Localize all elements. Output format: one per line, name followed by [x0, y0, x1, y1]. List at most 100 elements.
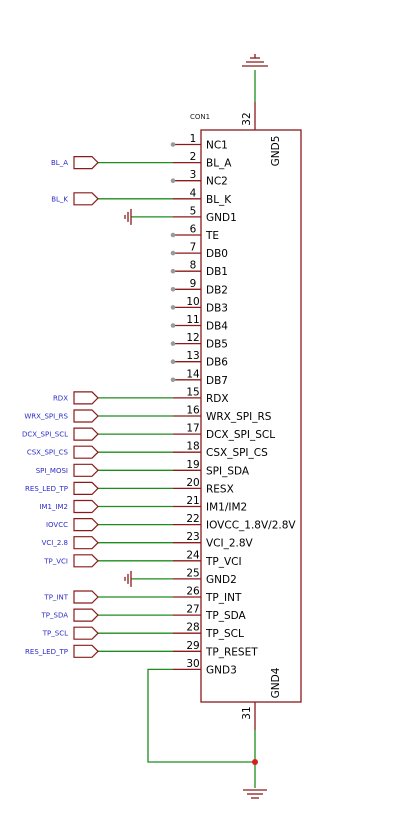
pin-24[interactable]: 24 TP_VCI	[173, 549, 242, 568]
pin-28[interactable]: 28 TP_SCL	[173, 622, 244, 641]
pin-22[interactable]: 22 IOVCC_1.8V/2.8V	[173, 513, 296, 532]
pin-number: 14	[186, 368, 200, 380]
port-flag-icon	[73, 608, 99, 622]
pin-name: GND3	[206, 664, 237, 676]
pin-number: 21	[186, 495, 199, 507]
net-port[interactable]: WRX_SPI_RS	[24, 409, 99, 423]
net-port[interactable]: IM1_IM2	[39, 499, 99, 514]
net-port[interactable]: TP_INT	[43, 590, 99, 604]
net-label: BL_A	[51, 159, 68, 167]
net-label: RDX	[53, 394, 68, 402]
net-port[interactable]: TP_VCI	[43, 554, 99, 568]
pin-number: 29	[186, 640, 199, 652]
pin-name: DB6	[206, 357, 228, 369]
pin-number: 9	[190, 278, 197, 290]
pin-13[interactable]: 13 DB6	[170, 350, 229, 369]
net-port[interactable]: RES_LED_TP	[25, 644, 99, 658]
net-port[interactable]: DCX_SPI_SCL	[22, 427, 99, 441]
pin-18[interactable]: 18 CSX_SPI_CS	[173, 441, 268, 460]
pin-20[interactable]: 20 RESX	[173, 477, 234, 496]
pin-2[interactable]: 2 BL_A	[173, 151, 232, 170]
pin-name: TP_SDA	[205, 610, 247, 622]
no-connect-dot	[170, 305, 176, 310]
no-connect-dot	[170, 359, 176, 365]
pins-layer: 1NC12 BL_A3NC24BL_K5GND16TE7DB08 DB19DB210…	[170, 102, 296, 730]
pin-number: 23	[186, 531, 199, 543]
port-flag-icon	[73, 626, 99, 640]
no-connect-dot	[170, 250, 176, 256]
net-port[interactable]: TP_SDA	[41, 608, 99, 622]
net-port[interactable]: RDX	[53, 391, 99, 405]
pin-7[interactable]: 7 DB0	[170, 242, 228, 261]
pin-5[interactable]: 5 GND1	[173, 205, 237, 224]
pin-name: GND4	[270, 667, 282, 698]
pin-10[interactable]: 10 DB3	[170, 296, 228, 315]
pin-31[interactable]: 31 GND4	[241, 667, 282, 730]
pin-11[interactable]: 11 DB4	[170, 314, 229, 333]
net-port[interactable]: SPI_MOSI	[36, 463, 99, 477]
net-label: DCX_SPI_SCL	[22, 431, 68, 439]
ground-symbol	[242, 54, 268, 67]
pin-9[interactable]: 9 DB2	[170, 278, 228, 297]
pin-17[interactable]: 17 DCX_SPI_SCL	[173, 423, 275, 442]
pin-number: 32	[241, 112, 253, 125]
pin-25[interactable]: 25 GND2	[173, 567, 237, 586]
net-label: BL_K	[51, 195, 68, 203]
port-flag-icon	[73, 156, 99, 170]
port-flag-icon	[73, 192, 99, 206]
pin-name: TE	[205, 230, 219, 242]
pin-number: 20	[186, 477, 199, 489]
pin-number: 11	[186, 314, 199, 326]
port-flag-icon	[73, 409, 99, 423]
pin-name: CSX_SPI_CS	[206, 447, 268, 459]
pin-27[interactable]: 27 TP_SDA	[173, 604, 247, 623]
net-label: TP_SCL	[42, 630, 68, 638]
pin-name: DB1	[206, 266, 228, 278]
pin-30[interactable]: 30 GND3	[173, 658, 237, 677]
pin-number: 17	[186, 423, 199, 435]
pin-name: TP_INT	[205, 592, 242, 604]
pin-26[interactable]: 26 TP_INT	[173, 586, 242, 605]
pin-name: BL_A	[206, 158, 232, 170]
port-flag-icon	[73, 517, 99, 532]
net-port[interactable]: BL_A	[51, 156, 99, 170]
pin-21[interactable]: 21 IM1/IM2	[173, 495, 247, 514]
net-label: RES_LED_TP	[25, 485, 68, 493]
pin-number: 28	[186, 622, 199, 634]
pin-number: 15	[186, 386, 199, 398]
pin-12[interactable]: 12 DB5	[170, 332, 228, 351]
net-label: VCI_2.8	[42, 539, 68, 547]
pin-number: 25	[186, 567, 199, 579]
pin-23[interactable]: 23 VCI_2.8V	[173, 531, 254, 550]
net-label: RES_LED_TP	[25, 648, 68, 656]
pin-number: 8	[190, 260, 197, 272]
pin-29[interactable]: 29 TP_RESET	[173, 640, 258, 659]
pin-14[interactable]: 14 DB7	[170, 368, 228, 387]
ground-symbol	[243, 789, 267, 799]
net-port[interactable]: BL_K	[51, 192, 99, 206]
pin-name: TP_RESET	[205, 646, 258, 658]
pin-name: DB4	[206, 321, 228, 333]
pin-name: NC1	[206, 140, 228, 152]
pin-number: 5	[190, 205, 197, 217]
net-port[interactable]: RES_LED_TP	[25, 481, 99, 495]
pin-1[interactable]: 1 NC1	[170, 133, 228, 152]
no-connect-dot	[170, 178, 176, 183]
pin-32[interactable]: 32 GND5	[241, 102, 282, 166]
port-flag-icon	[73, 644, 99, 658]
no-connect-dot	[170, 232, 176, 238]
net-port[interactable]: TP_SCL	[42, 626, 99, 640]
net-port[interactable]: VCI_2.8	[42, 536, 99, 550]
pin-name: RESX	[206, 483, 234, 495]
pin-6[interactable]: 6 TE	[170, 224, 219, 243]
net-port[interactable]: CSX_SPI_CS	[27, 445, 99, 459]
net-port[interactable]: IOVCC	[46, 517, 99, 532]
pin-8[interactable]: 8 DB1	[170, 260, 228, 279]
pin-number: 2	[190, 151, 197, 163]
pin-16[interactable]: 16 WRX_SPI_RS	[173, 405, 272, 424]
ground-symbol	[124, 570, 132, 587]
pin-19[interactable]: 19 SPI_SDA	[173, 459, 250, 478]
pin-3[interactable]: 3 NC2	[170, 169, 228, 188]
pin-name: GND5	[270, 136, 282, 167]
pin-4[interactable]: 4 BL_K	[173, 187, 232, 206]
